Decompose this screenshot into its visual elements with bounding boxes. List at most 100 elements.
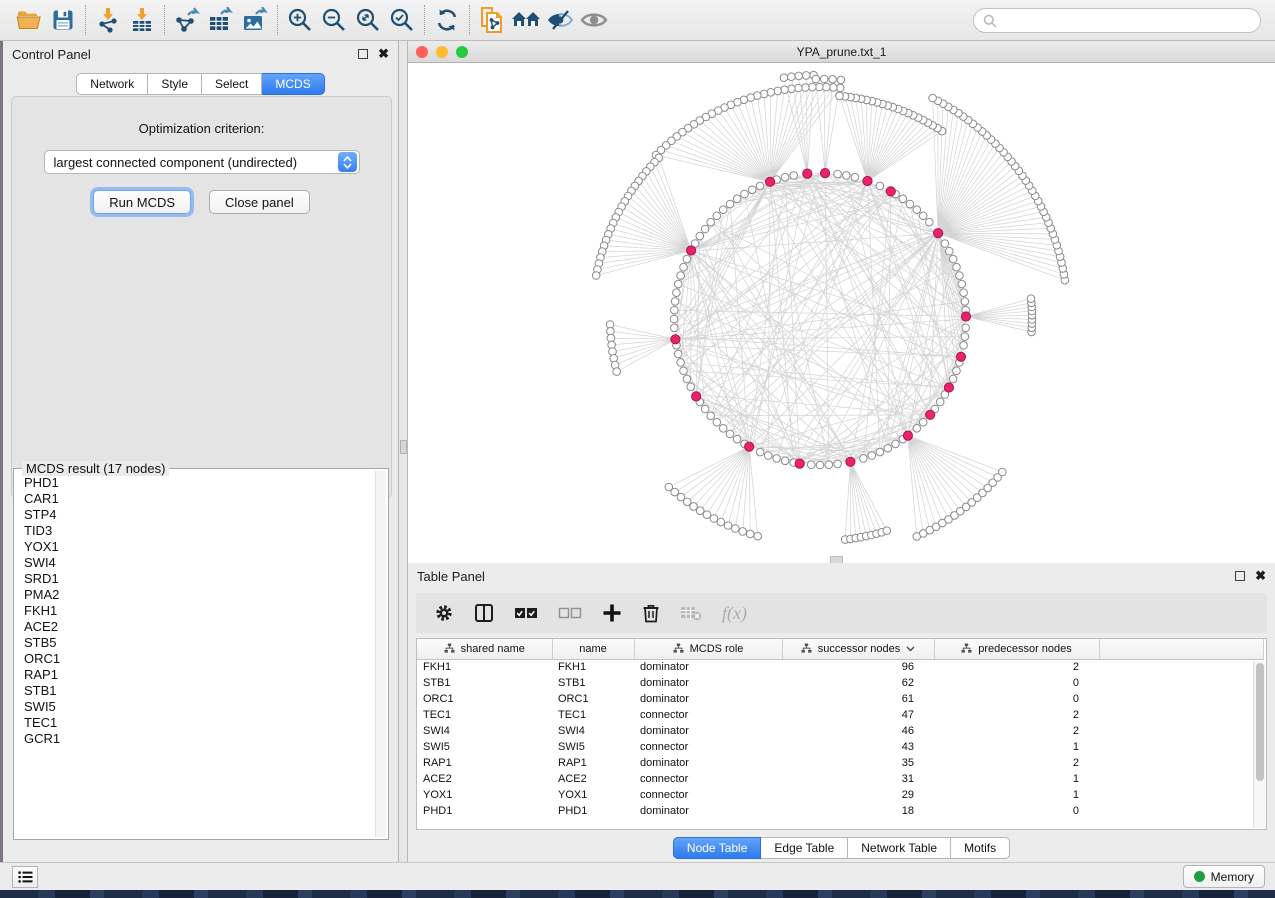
network-node[interactable] <box>830 84 838 92</box>
mcds-result-item[interactable]: PMA2 <box>24 587 374 603</box>
network-node[interactable] <box>674 280 682 288</box>
network-node[interactable] <box>719 206 727 214</box>
network-node[interactable] <box>739 528 747 536</box>
table-row[interactable]: SWI5SWI5connector431 <box>417 739 1263 755</box>
float-panel-icon[interactable] <box>358 49 368 59</box>
column-header-MCDS-role[interactable]: MCDS role <box>634 639 782 659</box>
splitter-grip[interactable] <box>400 440 407 454</box>
network-node[interactable] <box>701 225 709 233</box>
network-node[interactable] <box>919 212 927 220</box>
column-header-predecessor-nodes[interactable]: predecessor nodes <box>934 639 1099 659</box>
refresh-icon[interactable] <box>430 5 464 35</box>
table-scrollbar[interactable] <box>1253 661 1265 828</box>
mcds-result-item[interactable]: PHD1 <box>24 475 374 491</box>
mcds-dominator-node[interactable] <box>944 383 953 392</box>
column-settings-icon[interactable] <box>434 603 454 623</box>
network-node[interactable] <box>906 200 914 208</box>
network-node[interactable] <box>707 412 715 420</box>
mcds-dominator-node[interactable] <box>934 229 943 238</box>
network-node[interactable] <box>790 172 798 180</box>
column-header-successor-nodes[interactable]: successor nodes <box>782 639 934 659</box>
network-node[interactable] <box>741 190 749 198</box>
cell-predecessor_nodes[interactable]: 1 <box>934 771 1099 787</box>
network-node[interactable] <box>834 170 842 178</box>
tab-edge-table[interactable]: Edge Table <box>761 837 848 859</box>
network-node[interactable] <box>949 255 957 263</box>
network-graph[interactable] <box>408 63 1275 563</box>
network-node[interactable] <box>892 440 900 448</box>
network-node[interactable] <box>719 425 727 433</box>
network-node[interactable] <box>823 83 831 91</box>
network-node[interactable] <box>733 435 741 443</box>
network-node[interactable] <box>851 173 859 181</box>
cell-mcds_role[interactable]: dominator <box>634 755 782 771</box>
cell-shared_name[interactable]: FKH1 <box>417 659 552 675</box>
cell-mcds_role[interactable]: dominator <box>634 659 782 675</box>
network-node[interactable] <box>795 72 803 80</box>
mcds-result-item[interactable]: SWI5 <box>24 699 374 715</box>
mcds-result-item[interactable]: ACE2 <box>24 619 374 635</box>
mcds-dominator-node[interactable] <box>687 246 696 255</box>
network-node[interactable] <box>926 218 934 226</box>
mcds-dominator-node[interactable] <box>766 177 775 186</box>
network-node[interactable] <box>673 289 681 297</box>
mcds-dominator-node[interactable] <box>821 169 830 178</box>
network-node[interactable] <box>868 452 876 460</box>
network-node[interactable] <box>717 518 725 526</box>
mcds-dominator-node[interactable] <box>956 352 965 361</box>
search-box[interactable] <box>973 8 1261 33</box>
network-node[interactable] <box>876 182 884 190</box>
network-node[interactable] <box>829 76 837 84</box>
cell-shared_name[interactable]: PHD1 <box>417 803 552 819</box>
cell-mcds_role[interactable]: dominator <box>634 691 782 707</box>
zoom-fit-icon[interactable] <box>351 5 385 35</box>
network-node[interactable] <box>802 72 810 80</box>
mcds-dominator-node[interactable] <box>671 335 680 344</box>
cell-shared_name[interactable]: ACE2 <box>417 771 552 787</box>
network-node[interactable] <box>774 87 782 95</box>
table-row[interactable]: ACE2ACE2connector311 <box>417 771 1263 787</box>
mcds-dominator-node[interactable] <box>886 187 895 196</box>
network-node[interactable] <box>726 430 734 438</box>
network-node[interactable] <box>677 272 685 280</box>
mcds-dominator-node[interactable] <box>846 457 855 466</box>
add-column-icon[interactable] <box>602 603 622 623</box>
export-network-icon[interactable] <box>170 5 204 35</box>
cell-name[interactable]: ORC1 <box>552 691 634 707</box>
network-node[interactable] <box>999 468 1007 476</box>
cell-successor_nodes[interactable]: 46 <box>782 723 934 739</box>
mcds-result-item[interactable]: FKH1 <box>24 603 374 619</box>
network-node[interactable] <box>961 333 969 341</box>
mcds-result-item[interactable]: ORC1 <box>24 651 374 667</box>
network-node[interactable] <box>836 92 844 100</box>
cell-name[interactable]: SWI4 <box>552 723 634 739</box>
select-all-checkboxes-icon[interactable] <box>514 606 538 620</box>
cell-shared_name[interactable]: SWI5 <box>417 739 552 755</box>
network-node[interactable] <box>592 272 600 280</box>
network-node[interactable] <box>825 461 833 469</box>
cell-predecessor_nodes[interactable]: 0 <box>934 803 1099 819</box>
network-node[interactable] <box>773 455 781 463</box>
cell-successor_nodes[interactable]: 29 <box>782 787 934 803</box>
cell-successor_nodes[interactable]: 61 <box>782 691 934 707</box>
network-node[interactable] <box>961 298 969 306</box>
tab-network[interactable]: Network <box>76 73 148 95</box>
export-image-icon[interactable] <box>238 5 272 35</box>
table-row[interactable]: SWI4SWI4dominator462 <box>417 723 1263 739</box>
cell-mcds_role[interactable]: dominator <box>634 803 782 819</box>
network-node[interactable] <box>671 298 679 306</box>
network-node[interactable] <box>860 455 868 463</box>
cell-mcds_role[interactable]: connector <box>634 771 782 787</box>
mcds-result-item[interactable]: TID3 <box>24 523 374 539</box>
mcds-result-item[interactable]: TEC1 <box>24 715 374 731</box>
network-node[interactable] <box>781 173 789 181</box>
mcds-dominator-node[interactable] <box>803 169 812 178</box>
cell-name[interactable]: ACE2 <box>552 771 634 787</box>
mcds-dominator-node[interactable] <box>745 442 754 451</box>
cell-name[interactable]: STB1 <box>552 675 634 691</box>
cell-predecessor_nodes[interactable]: 1 <box>934 739 1099 755</box>
table-row[interactable]: STB1STB1dominator620 <box>417 675 1263 691</box>
cell-name[interactable]: PHD1 <box>552 803 634 819</box>
cell-successor_nodes[interactable]: 62 <box>782 675 934 691</box>
network-node[interactable] <box>733 195 741 203</box>
